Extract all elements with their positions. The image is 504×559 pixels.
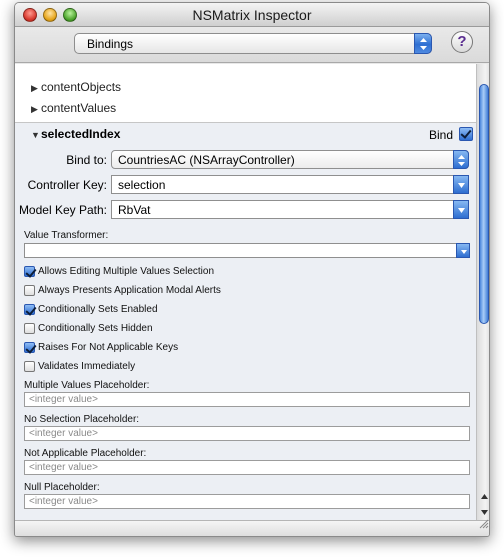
inspector-window: NSMatrix Inspector Bindings ? ▶ contentOb… xyxy=(14,2,490,537)
pane-selector-popup[interactable]: Bindings xyxy=(74,33,432,54)
combo-arrow-icon[interactable] xyxy=(456,243,470,258)
placeholder-label: No Selection Placeholder: xyxy=(24,414,140,425)
option-label: Validates Immediately xyxy=(38,361,136,373)
vertical-scrollbar[interactable] xyxy=(476,64,489,524)
binding-row-contentobjects[interactable]: ▶ contentObjects xyxy=(31,80,121,94)
option-always-presents-modal[interactable]: Always Presents Application Modal Alerts xyxy=(24,285,221,296)
multiple-values-placeholder-field[interactable]: <integer value> xyxy=(24,392,470,407)
toolbar: Bindings ? xyxy=(15,27,489,63)
option-checkbox[interactable] xyxy=(24,323,35,334)
option-conditionally-sets-enabled[interactable]: Conditionally Sets Enabled xyxy=(24,304,158,315)
combo-arrow-icon[interactable] xyxy=(453,200,469,219)
binding-section-title: selectedIndex xyxy=(41,127,121,141)
bind-to-label: Bind to: xyxy=(66,153,107,167)
binding-row-contentvalues[interactable]: ▶ contentValues xyxy=(31,101,116,115)
option-checkbox[interactable] xyxy=(24,361,35,372)
option-label: Always Presents Application Modal Alerts xyxy=(38,285,221,297)
option-label: Raises For Not Applicable Keys xyxy=(38,342,179,354)
placeholder-label: Not Applicable Placeholder: xyxy=(24,448,147,459)
window-bottom-bar xyxy=(15,519,489,536)
option-conditionally-sets-hidden[interactable]: Conditionally Sets Hidden xyxy=(24,323,153,334)
pane-selector-label: Bindings xyxy=(87,37,134,51)
model-key-path-value: RbVat xyxy=(118,203,151,217)
window-title: NSMatrix Inspector xyxy=(192,7,312,23)
option-checkbox[interactable] xyxy=(24,342,35,353)
bindings-panel: ▶ contentObjects ▶ contentValues ▼selected… xyxy=(15,64,489,524)
model-key-path-label: Model Key Path: xyxy=(18,203,107,217)
value-transformer-combo[interactable] xyxy=(24,243,470,258)
bind-to-popup[interactable]: CountriesAC (NSArrayController) xyxy=(111,150,469,169)
not-applicable-placeholder-field[interactable]: <integer value> xyxy=(24,460,470,475)
option-checkbox[interactable] xyxy=(24,285,35,296)
combo-arrow-icon[interactable] xyxy=(453,175,469,194)
controller-key-value: selection xyxy=(118,178,166,192)
disclosure-triangle-icon[interactable]: ▶ xyxy=(31,83,41,94)
binding-section-selectedindex: ▼selectedIndex Bind Bind to: CountriesAC… xyxy=(15,122,476,524)
placeholder-label: Null Placeholder: xyxy=(24,482,100,493)
option-checkbox[interactable] xyxy=(24,304,35,315)
help-button[interactable]: ? xyxy=(451,31,473,53)
resize-grip-icon[interactable] xyxy=(478,516,489,534)
title-bar[interactable]: NSMatrix Inspector xyxy=(15,3,489,27)
option-checkbox[interactable] xyxy=(24,266,35,277)
disclosure-triangle-icon[interactable]: ▶ xyxy=(31,104,41,115)
option-raises-not-applicable[interactable]: Raises For Not Applicable Keys xyxy=(24,342,178,353)
scrollbar-thumb[interactable] xyxy=(479,84,489,324)
bind-label: Bind xyxy=(429,128,454,142)
bind-to-value: CountriesAC (NSArrayController) xyxy=(118,153,295,167)
binding-row-label: contentValues xyxy=(41,101,117,115)
popup-arrows-icon xyxy=(453,150,469,169)
disclosure-open-icon[interactable]: ▼ xyxy=(31,130,41,140)
option-validates-immediately[interactable]: Validates Immediately xyxy=(24,361,135,372)
controller-key-combo[interactable]: selection xyxy=(111,175,469,194)
binding-section-header[interactable]: ▼selectedIndex xyxy=(31,127,120,141)
placeholder-label: Multiple Values Placeholder: xyxy=(24,380,150,391)
option-label: Conditionally Sets Hidden xyxy=(38,323,153,335)
option-allows-editing-multiple[interactable]: Allows Editing Multiple Values Selection xyxy=(24,266,214,277)
scroll-up-arrow-icon[interactable] xyxy=(478,490,489,503)
null-placeholder-field[interactable]: <integer value> xyxy=(24,494,470,509)
controller-key-label: Controller Key: xyxy=(27,178,107,192)
value-transformer-label: Value Transformer: xyxy=(24,230,109,241)
no-selection-placeholder-field[interactable]: <integer value> xyxy=(24,426,470,441)
option-label: Allows Editing Multiple Values Selection xyxy=(38,266,215,278)
popup-arrows-icon xyxy=(414,33,432,54)
bind-checkbox[interactable] xyxy=(459,127,473,141)
model-key-path-combo[interactable]: RbVat xyxy=(111,200,469,219)
binding-row-label: contentObjects xyxy=(41,80,122,94)
option-label: Conditionally Sets Enabled xyxy=(38,304,158,316)
